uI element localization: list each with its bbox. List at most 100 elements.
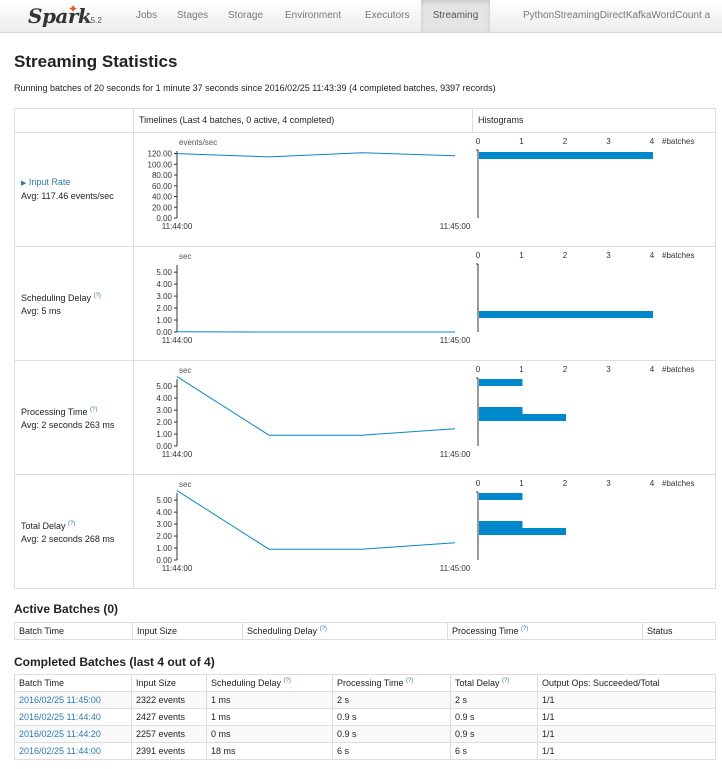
input-size-cell: 2391 events bbox=[131, 742, 207, 760]
col-processing-time[interactable]: Processing Time (?) bbox=[447, 622, 643, 640]
output-ops-cell: 1/1 bbox=[537, 691, 716, 709]
timeline-y-tick-label: 80.00 bbox=[152, 171, 173, 180]
histogram-x-tick-label: 4 bbox=[650, 251, 655, 260]
batch-time-cell: 2016/02/25 11:44:20 bbox=[14, 725, 132, 743]
table-row: 2016/02/25 11:44:40 2427 events 1 ms 0.9… bbox=[14, 708, 716, 726]
col-output-ops[interactable]: Output Ops: Succeeded/Total bbox=[537, 674, 716, 692]
batch-time-cell: 2016/02/25 11:45:00 bbox=[14, 691, 132, 709]
table-header-row: Batch Time Input Size Scheduling Delay (… bbox=[14, 674, 716, 692]
batch-time-link[interactable]: 2016/02/25 11:44:20 bbox=[19, 729, 101, 739]
col-total-delay[interactable]: Total Delay (?) bbox=[450, 674, 538, 692]
nav-tab-environment[interactable]: Environment bbox=[285, 0, 341, 32]
batch-time-link[interactable]: 2016/02/25 11:44:00 bbox=[19, 746, 101, 756]
processing-time-cell: 0.9 s bbox=[332, 708, 451, 726]
batch-time-cell: 2016/02/25 11:44:40 bbox=[14, 708, 132, 726]
histogram-x-tick-label: 2 bbox=[563, 479, 568, 488]
total-delay-cell: 0.9 s bbox=[450, 708, 538, 726]
completed-batches-title: Completed Batches (last 4 out of 4) bbox=[14, 655, 215, 669]
help-icon[interactable]: (?) bbox=[521, 626, 528, 632]
total-delay-cell: 0.9 s bbox=[450, 725, 538, 743]
histogram-bar bbox=[479, 379, 523, 386]
timeline-y-tick-label: 3.00 bbox=[156, 406, 172, 415]
active-batches-table: Batch Time Input Size Scheduling Delay (… bbox=[14, 622, 716, 640]
histogram-x-tick-label: 0 bbox=[476, 251, 481, 260]
histogram-x-axis-label: #batches bbox=[662, 251, 694, 260]
col-scheduling-delay[interactable]: Scheduling Delay (?) bbox=[242, 622, 448, 640]
histogram-x-axis-label: #batches bbox=[662, 479, 694, 488]
col-processing-time[interactable]: Processing Time (?) bbox=[332, 674, 451, 692]
col-status[interactable]: Status bbox=[642, 622, 716, 640]
table-row: 2016/02/25 11:44:20 2257 events 0 ms 0.9… bbox=[14, 725, 716, 743]
histogram-x-tick-label: 0 bbox=[476, 137, 481, 146]
timeline-unit-label: sec bbox=[179, 366, 191, 375]
processing-time-cell: 2 s bbox=[332, 691, 451, 709]
nav-tab-executors[interactable]: Executors bbox=[365, 0, 409, 32]
spark-star-icon: ✦ bbox=[68, 2, 79, 16]
table-row: 2016/02/25 11:44:00 2391 events 18 ms 6 … bbox=[14, 742, 716, 760]
histogram-x-tick-label: 0 bbox=[476, 365, 481, 374]
histogram-bar bbox=[479, 528, 566, 535]
timeline-y-tick-label: 5.00 bbox=[156, 496, 172, 505]
help-icon[interactable]: (?) bbox=[284, 678, 291, 684]
active-batches-title: Active Batches (0) bbox=[14, 602, 119, 616]
timeline-y-tick-label: 120.00 bbox=[148, 150, 173, 159]
histogram-x-tick-label: 2 bbox=[563, 251, 568, 260]
timeline-y-tick-label: 1.00 bbox=[156, 430, 172, 439]
histogram-x-tick-label: 1 bbox=[519, 479, 524, 488]
timeline-y-tick-label: 1.00 bbox=[156, 316, 172, 325]
histogram-x-tick-label: 1 bbox=[519, 251, 524, 260]
histogram-bar bbox=[479, 407, 523, 414]
timeline-y-tick-label: 20.00 bbox=[152, 203, 173, 212]
col-input-size[interactable]: Input Size bbox=[131, 674, 207, 692]
batch-time-link[interactable]: 2016/02/25 11:45:00 bbox=[19, 695, 101, 705]
help-icon[interactable]: (?) bbox=[502, 678, 509, 684]
timeline-y-tick-label: 100.00 bbox=[148, 160, 173, 169]
histogram-bar bbox=[479, 493, 523, 500]
processing-time-cell: 6 s bbox=[332, 742, 451, 760]
timeline-unit-label: sec bbox=[179, 480, 191, 489]
timeline-x-label: 11:45:00 bbox=[440, 222, 471, 231]
col-input-size[interactable]: Input Size bbox=[132, 622, 243, 640]
histogram-x-tick-label: 2 bbox=[563, 137, 568, 146]
timeline-x-label: 11:45:00 bbox=[440, 336, 471, 345]
timeline-series-line bbox=[176, 376, 456, 436]
timeline-y-tick-label: 2.00 bbox=[156, 532, 172, 541]
col-scheduling-delay[interactable]: Scheduling Delay (?) bbox=[206, 674, 333, 692]
page-title: Streaming Statistics bbox=[14, 52, 178, 71]
streaming-stats-table: Timelines (Last 4 batches, 0 active, 4 c… bbox=[14, 108, 716, 589]
histogram-x-tick-label: 2 bbox=[563, 365, 568, 374]
histogram-x-axis-label: #batches bbox=[662, 365, 694, 374]
spark-logo-text: Spark bbox=[28, 4, 92, 28]
help-icon[interactable]: (?) bbox=[406, 678, 413, 684]
timeline-x-label: 11:44:00 bbox=[162, 222, 193, 231]
col-batch-time[interactable]: Batch Time bbox=[14, 674, 132, 692]
nav-tab-jobs[interactable]: Jobs bbox=[136, 0, 157, 32]
timeline-unit-label: events/sec bbox=[179, 138, 217, 147]
timeline-y-tick-label: 3.00 bbox=[156, 292, 172, 301]
histogram-x-tick-label: 1 bbox=[519, 137, 524, 146]
top-navbar: Spark ✦ 1.5.2 Jobs Stages Storage Enviro… bbox=[0, 0, 722, 33]
help-icon[interactable]: (?) bbox=[320, 626, 327, 632]
processing-time-cell: 0.9 s bbox=[332, 725, 451, 743]
batch-time-link[interactable]: 2016/02/25 11:44:40 bbox=[19, 712, 101, 722]
charts-layer: events/sec0.0020.0040.0060.0080.00100.00… bbox=[148, 137, 695, 573]
total-delay-cell: 6 s bbox=[450, 742, 538, 760]
timeline-y-tick-label: 40.00 bbox=[152, 193, 173, 202]
timeline-series-line bbox=[176, 490, 456, 550]
histogram-x-tick-label: 3 bbox=[606, 251, 611, 260]
spark-logo[interactable]: Spark ✦ 1.5.2 bbox=[28, 2, 118, 30]
scheduling-delay-cell: 1 ms bbox=[206, 691, 333, 709]
histogram-x-tick-label: 4 bbox=[650, 479, 655, 488]
histogram-bar bbox=[479, 152, 653, 159]
col-batch-time[interactable]: Batch Time bbox=[14, 622, 133, 640]
histogram-x-tick-label: 1 bbox=[519, 365, 524, 374]
timeline-y-tick-label: 4.00 bbox=[156, 394, 172, 403]
timeline-y-tick-label: 3.00 bbox=[156, 520, 172, 529]
total-delay-cell: 2 s bbox=[450, 691, 538, 709]
nav-tab-stages[interactable]: Stages bbox=[177, 0, 208, 32]
timeline-x-label: 11:45:00 bbox=[440, 564, 471, 573]
nav-tab-storage[interactable]: Storage bbox=[228, 0, 263, 32]
histogram-x-tick-label: 3 bbox=[606, 479, 611, 488]
nav-tab-streaming[interactable]: Streaming bbox=[421, 0, 490, 32]
input-size-cell: 2257 events bbox=[131, 725, 207, 743]
